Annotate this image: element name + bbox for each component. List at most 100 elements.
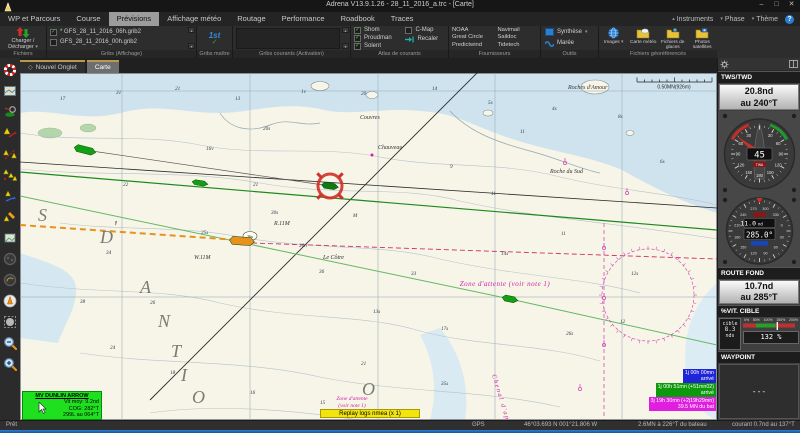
replay-status-badge[interactable]: Replay logs nmea (x 1) [320,409,420,418]
status-gps: GPS [472,422,485,428]
grib-file-row[interactable]: ✓ * GFS_28_11_2016_06h.grib2 [47,27,196,37]
fichiers-glaces-button[interactable]: Fichiers de glaces [659,27,687,50]
atlas-proudman-checkbox[interactable]: ✓ Proudman [351,34,402,42]
range-circle-tool[interactable] [2,250,18,268]
waypoint-value-box[interactable]: --- [719,364,799,419]
close-button[interactable]: ✕ [785,0,798,10]
provider-saildoc[interactable]: Saildoc [498,34,538,41]
depth-sounding: 4s [552,105,557,112]
route-fond-value-box[interactable]: 10.7nd au 285°T [719,280,799,304]
atlas-solent-checkbox[interactable]: ✓ Solent [351,42,402,50]
atlas-shom-checkbox[interactable]: ✓ Shom [351,26,402,34]
photos-satellites-button[interactable]: Photos satellites [688,27,716,50]
grib-file-row[interactable]: GFS_28_11_2016_00h.grib2 [47,37,196,47]
load-unload-icon [16,26,30,38]
wind-angle-dial[interactable]: 30 30 60 60 90 90 120 120 150 150 180 45 TWA [718,111,800,195]
twa-digital-value: 45 [754,151,765,161]
pointer-cone-icon [3,294,17,308]
scroll-down-button[interactable]: ▾ [188,43,195,49]
depth-sounding: 21 [361,361,367,367]
minimize-button[interactable]: – [755,0,768,10]
depth-sounding: 22 [123,182,129,188]
instruments-dropdown[interactable]: ▴ Instruments [672,16,713,23]
tws-value-box[interactable]: 20.8nd au 240°T [719,84,799,110]
panel-layout-icon[interactable] [789,60,798,68]
boat-info-box[interactable]: MV DUNLIN ARROW Vit moy: 9.2nd COG: 282°… [22,391,102,420]
gribs-maitre-button[interactable]: 1st ✓ [197,26,232,50]
theme-dropdown[interactable]: ▾ Thème [752,16,778,23]
checkbox-unchecked-icon [405,26,413,34]
zoom-out-tool[interactable] [2,334,18,352]
boat-route-tool[interactable] [2,103,18,121]
help-button[interactable]: ? [785,14,794,24]
provider-great-circle[interactable]: Great Circle [452,34,492,41]
dial-label: 60 [775,141,780,146]
chart-big-letter: O [192,387,206,407]
compass-dial[interactable]: 0 30 60 90 120 150 180 210 240 270 300 330 11.0 nd … [718,195,800,267]
provider-navimail[interactable]: Navimail [498,27,538,34]
menu-wp-et-parcours[interactable]: WP et Parcours [0,12,68,26]
checkbox-checked-icon[interactable]: ✓ [50,28,57,36]
menu-performance[interactable]: Performance [274,12,333,26]
waypoint-goto-tool[interactable] [2,187,18,205]
menu-roadbook[interactable]: Roadbook [333,12,383,26]
dial-label: 150 [745,170,753,175]
selection-zone-icon [4,316,16,328]
provider-tidetech[interactable]: Tidetech [498,42,538,49]
images-button[interactable]: Images ▾ [600,27,628,45]
vit-cible-section-title: %VIT. CIBLE [718,305,800,317]
atlas-cmap-checkbox[interactable]: C-Map [402,26,448,34]
nautical-chart[interactable]: S D ' A N T I O O 17 31 21 13 1v 20 14 5s 4s 8s 20s 16v 22 21 3… [20,73,717,420]
gribs-courants-list[interactable] [236,28,340,49]
place-name: Couvres [360,115,380,121]
provider-noaa[interactable]: NOAA [452,27,492,34]
waypoint-multi-tool[interactable] [2,166,18,184]
georef-image-tool[interactable] [2,229,18,247]
depth-sounding: 25s [201,230,208,236]
menu-course[interactable]: Course [68,12,108,26]
pointer-mode-tool[interactable] [2,292,18,310]
menu-previsions[interactable]: Prévisions [108,12,160,26]
menu-routage[interactable]: Routage [229,12,273,26]
recaler-button[interactable]: Recaler [402,34,448,44]
maximize-button[interactable]: □ [770,0,783,10]
scroll-down-button[interactable]: ▾ [342,43,349,49]
dial-label: 120 [750,252,756,256]
dial-label: 30 [746,133,751,138]
tab-nouvel-onglet[interactable]: ◇ Nouvel Onglet [20,60,85,73]
target-speed-widget[interactable]: cible 8.3 nds 0% 50% 100% 150% 200% 132 % [718,317,800,351]
carte-meteo-button[interactable]: Carte météo [629,27,657,45]
synthese-button[interactable]: Synthèse ▾ [541,26,598,37]
boat-marker[interactable] [229,236,255,246]
depth-sounding: 18 [170,370,176,376]
waypoint-edit-tool[interactable] [2,208,18,226]
chart-select-button[interactable] [2,82,18,100]
depth-sounding: 15 [320,400,326,406]
georef-photo-icon [4,233,16,243]
phase-dropdown[interactable]: ▾ Phase [720,16,744,23]
scale-label: 0.50MN(926m) [657,85,691,91]
maree-button[interactable]: Marée [541,37,598,48]
mob-button[interactable] [2,61,18,79]
provider-predictwind[interactable]: Predictwind [452,42,492,49]
chart-big-letter: A [139,277,152,297]
tab-carte[interactable]: Carte [86,60,119,73]
chart-big-letter: D [99,227,114,247]
bearing-circle-tool[interactable] [2,271,18,289]
scroll-up-button[interactable]: ▴ [188,27,195,33]
menu-affichage-meteo[interactable]: Affichage météo [159,12,229,26]
charger-decharger-button[interactable]: Charger / Décharger ▾ [0,26,46,50]
dim-circle-icon [3,252,17,266]
zoom-in-tool[interactable] [2,355,18,373]
menu-traces[interactable]: Traces [383,12,422,26]
scroll-up-button[interactable]: ▴ [342,27,349,33]
menu-bar: WP et Parcours Course Prévisions Afficha… [0,12,800,26]
gear-icon[interactable] [720,60,729,69]
dial-label: 0 [780,223,782,227]
check-icon: ✓ [211,39,218,46]
waypoint-move-tool[interactable] [2,124,18,142]
zone-select-tool[interactable] [2,313,18,331]
instrument-panel: TWS/TWD 20.8nd au 240°T 30 30 60 60 90 90 120 1… [717,58,800,420]
checkbox-unchecked-icon[interactable] [50,38,57,46]
waypoint-line-tool[interactable] [2,145,18,163]
